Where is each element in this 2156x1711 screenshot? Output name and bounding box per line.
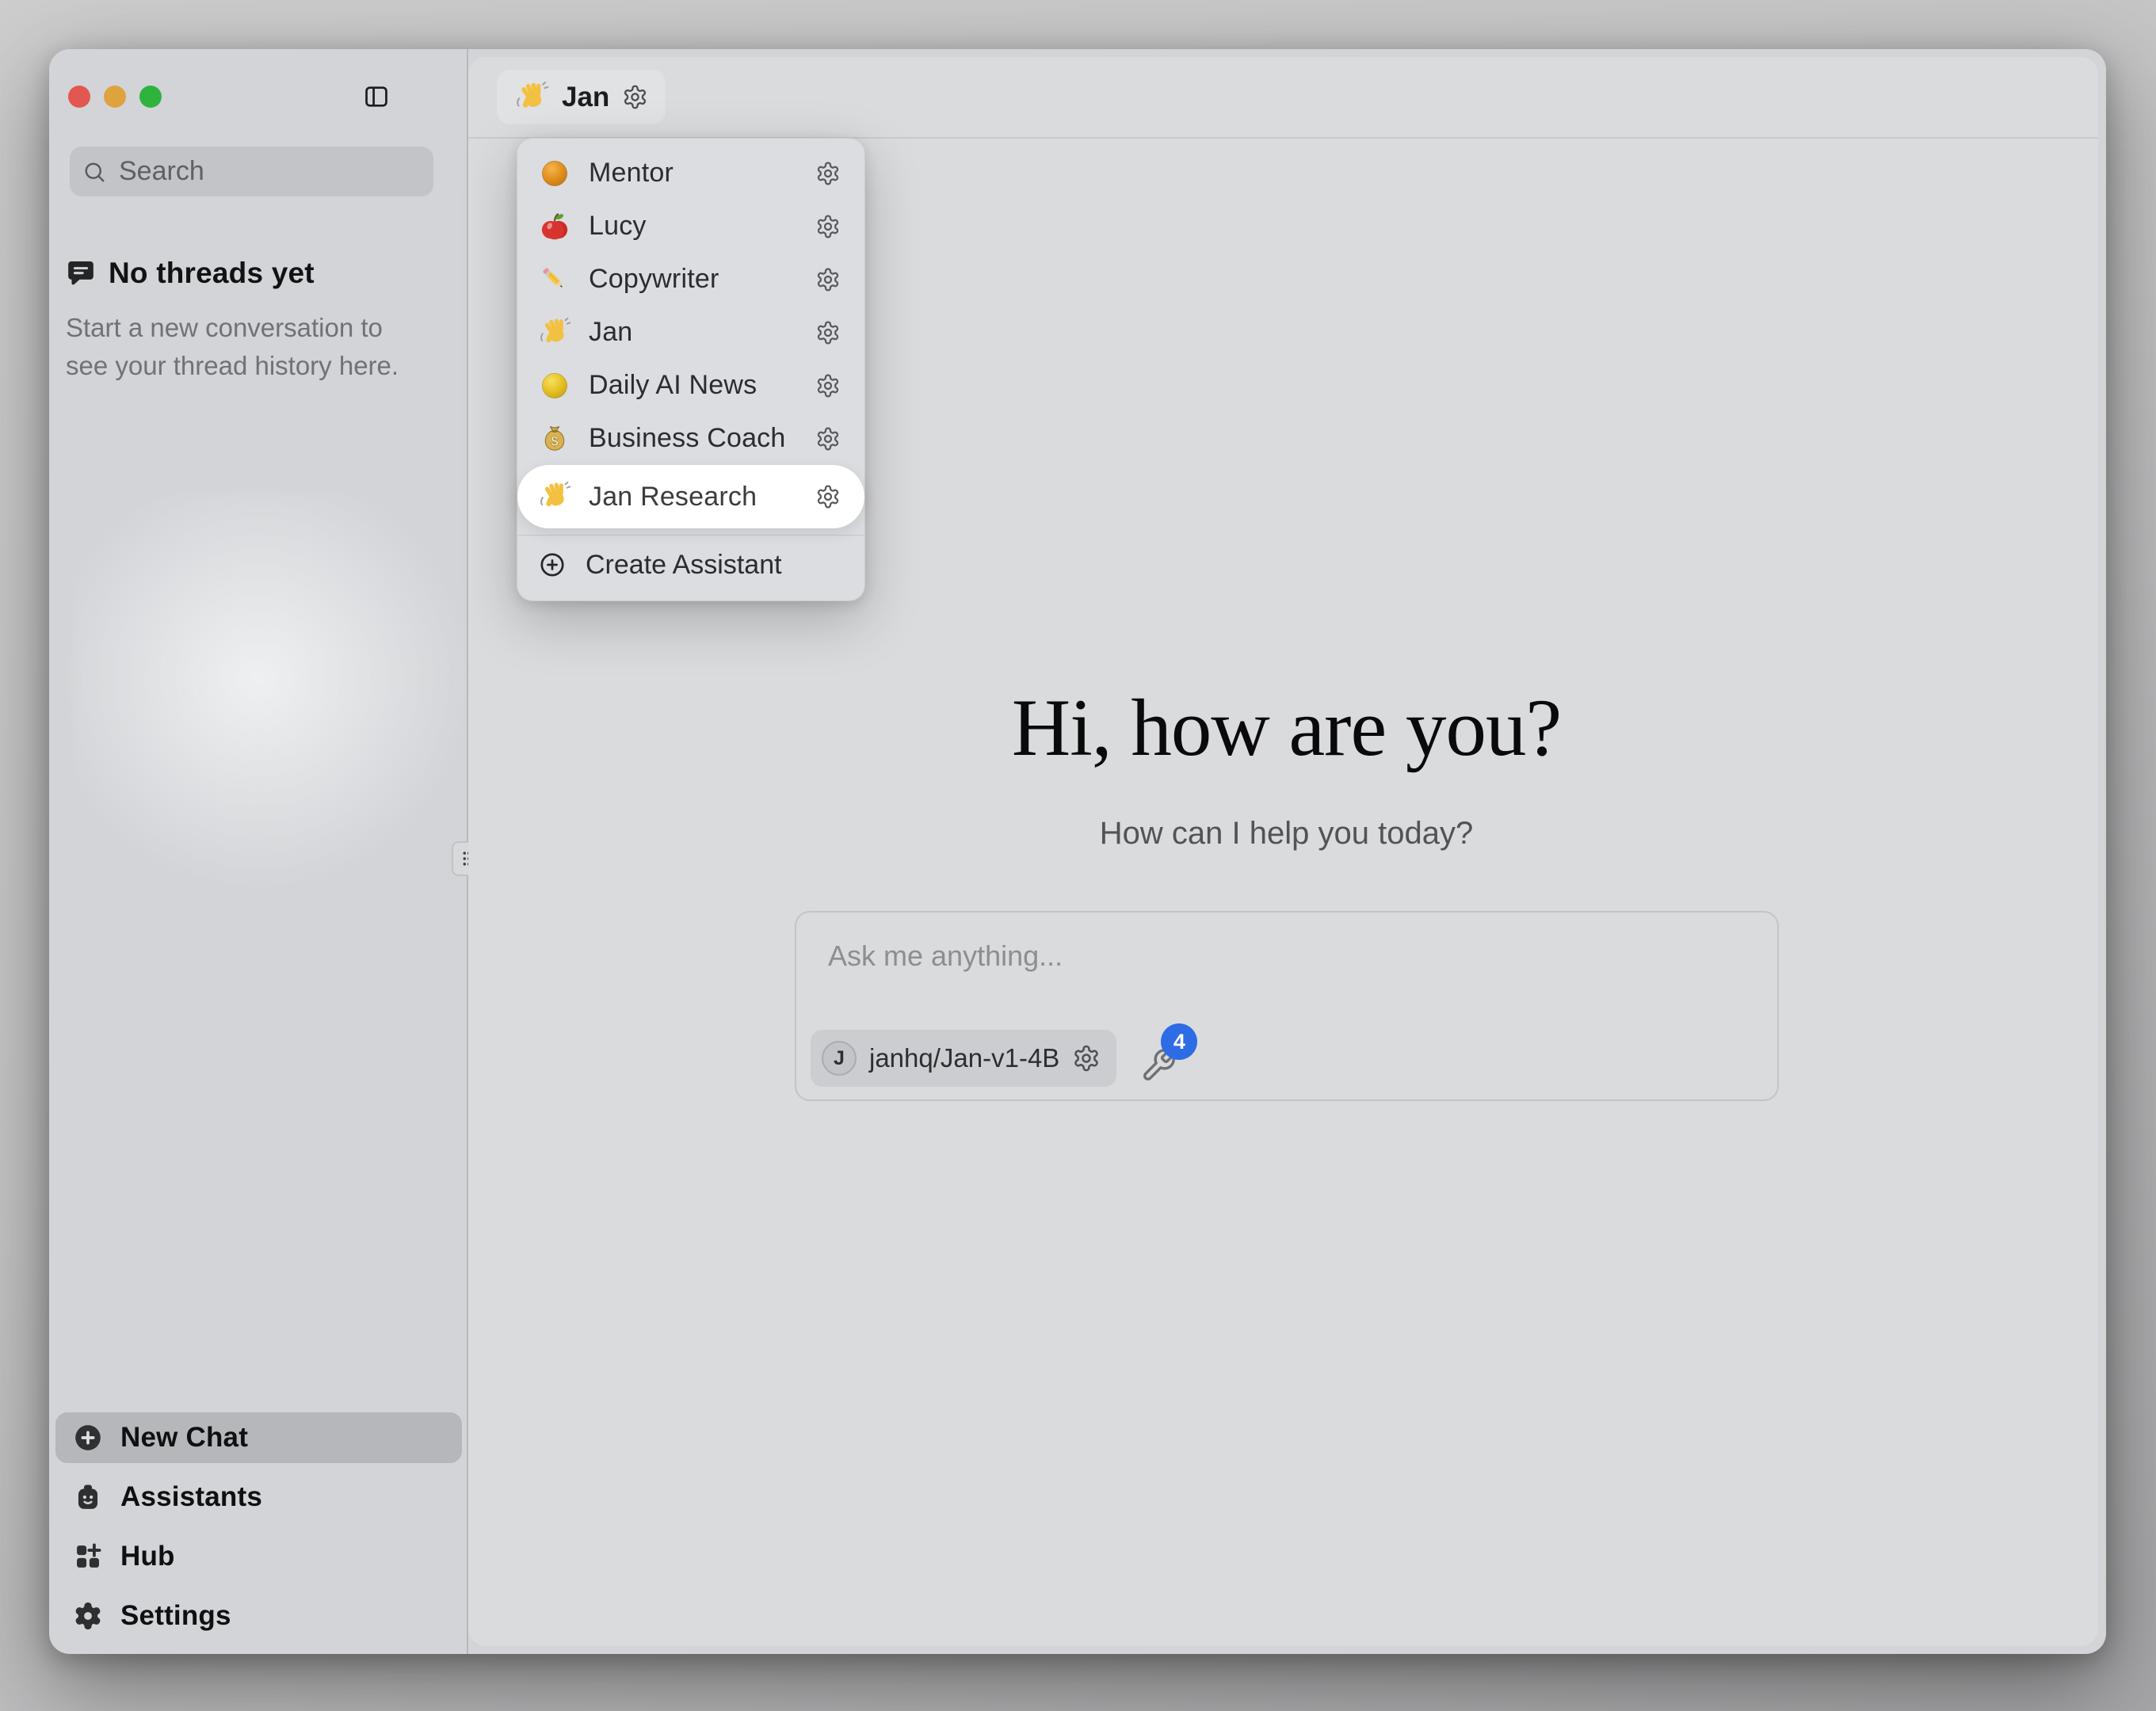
plus-circle-icon [538, 551, 567, 579]
sidebar-item-settings[interactable]: Settings [55, 1591, 462, 1641]
search-input[interactable] [117, 155, 421, 188]
minimize-window-button[interactable] [104, 86, 126, 108]
traffic-lights [68, 86, 162, 108]
assistant-menu-item-mentor[interactable]: Mentor [517, 147, 864, 200]
red-apple-emoji-icon [538, 210, 571, 243]
nav-label: Hub [120, 1541, 175, 1572]
gear-icon[interactable] [1072, 1044, 1101, 1073]
gear-icon[interactable] [815, 267, 841, 292]
composer-placeholder[interactable]: Ask me anything... [828, 939, 1063, 973]
main-header: Jan [468, 57, 2098, 139]
threads-empty-state: No threads yet Start a new conversation … [66, 257, 430, 385]
waving-hand-icon [514, 80, 549, 115]
plus-circle-icon [73, 1423, 103, 1453]
current-assistant-name: Jan [562, 82, 609, 113]
chat-bubble-icon [66, 258, 96, 288]
assistant-menu-item-jan-research[interactable]: Jan Research [517, 465, 864, 528]
pencil-emoji-icon [538, 263, 571, 296]
sidebar-glow [73, 493, 467, 905]
gear-icon[interactable] [815, 373, 841, 398]
assistant-menu-item-jan[interactable]: Jan [517, 306, 864, 359]
gear-icon[interactable] [815, 161, 841, 186]
greeting-subtitle: How can I help you today? [471, 816, 2098, 852]
nav-label: New Chat [120, 1422, 248, 1454]
desktop-background: No threads yet Start a new conversation … [0, 0, 2156, 1711]
assistant-menu-item-daily-ai-news[interactable]: Daily AI News [517, 359, 864, 412]
gear-icon[interactable] [622, 84, 648, 110]
greeting-title: Hi, how are you? [471, 681, 2098, 775]
assistant-menu-item-copywriter[interactable]: Copywriter [517, 253, 864, 306]
zoom-window-button[interactable] [139, 86, 162, 108]
sidebar: No threads yet Start a new conversation … [49, 49, 467, 1654]
sidebar-item-assistants[interactable]: Assistants [55, 1472, 462, 1522]
empty-state-title: No threads yet [109, 257, 315, 290]
nav-label: Assistants [120, 1481, 262, 1513]
money-bag-emoji-icon [538, 422, 571, 455]
search-icon [82, 160, 106, 184]
gear-icon[interactable] [815, 426, 841, 452]
assistant-menu-item-lucy[interactable]: Lucy [517, 200, 864, 253]
gear-icon [73, 1601, 103, 1631]
sidebar-toggle-button[interactable] [363, 83, 390, 110]
gear-icon[interactable] [815, 320, 841, 345]
model-selector-chip[interactable]: J janhq/Jan-v1-4B [811, 1030, 1116, 1087]
chat-composer[interactable]: Ask me anything... J janhq/Jan-v1-4B 4 [795, 911, 1779, 1101]
tools-button[interactable]: 4 [1140, 1038, 1181, 1079]
panel-left-icon [363, 83, 390, 110]
assistant-menu-item-business-coach[interactable]: Business Coach [517, 412, 864, 465]
waving-hand-emoji-icon [538, 480, 571, 513]
yellow-circle-emoji-icon [538, 369, 571, 402]
search-box[interactable] [70, 147, 433, 196]
orange-circle-emoji-icon [538, 157, 571, 190]
robot-icon [73, 1482, 103, 1512]
composer-toolbar: J janhq/Jan-v1-4B 4 [811, 1030, 1181, 1087]
greeting: Hi, how are you? How can I help you toda… [471, 681, 2098, 852]
model-avatar: J [822, 1041, 857, 1076]
gear-icon[interactable] [815, 214, 841, 239]
app-window: No threads yet Start a new conversation … [49, 49, 2106, 1654]
create-assistant-button[interactable]: Create Assistant [517, 542, 864, 588]
empty-state-subtitle: Start a new conversation to see your thr… [66, 309, 430, 385]
nav-label: Settings [120, 1600, 231, 1632]
sidebar-item-new-chat[interactable]: New Chat [55, 1412, 462, 1463]
assistant-selector-button[interactable]: Jan [497, 70, 666, 124]
waving-hand-emoji-icon [538, 316, 571, 349]
close-window-button[interactable] [68, 86, 90, 108]
tools-count-badge: 4 [1161, 1023, 1197, 1060]
gear-icon[interactable] [815, 484, 841, 509]
grid-plus-icon [73, 1541, 103, 1572]
sidebar-item-hub[interactable]: Hub [55, 1531, 462, 1582]
assistant-menu: Mentor Lucy Copywriter Jan Daily AI News [517, 138, 865, 601]
model-name: janhq/Jan-v1-4B [869, 1043, 1059, 1073]
